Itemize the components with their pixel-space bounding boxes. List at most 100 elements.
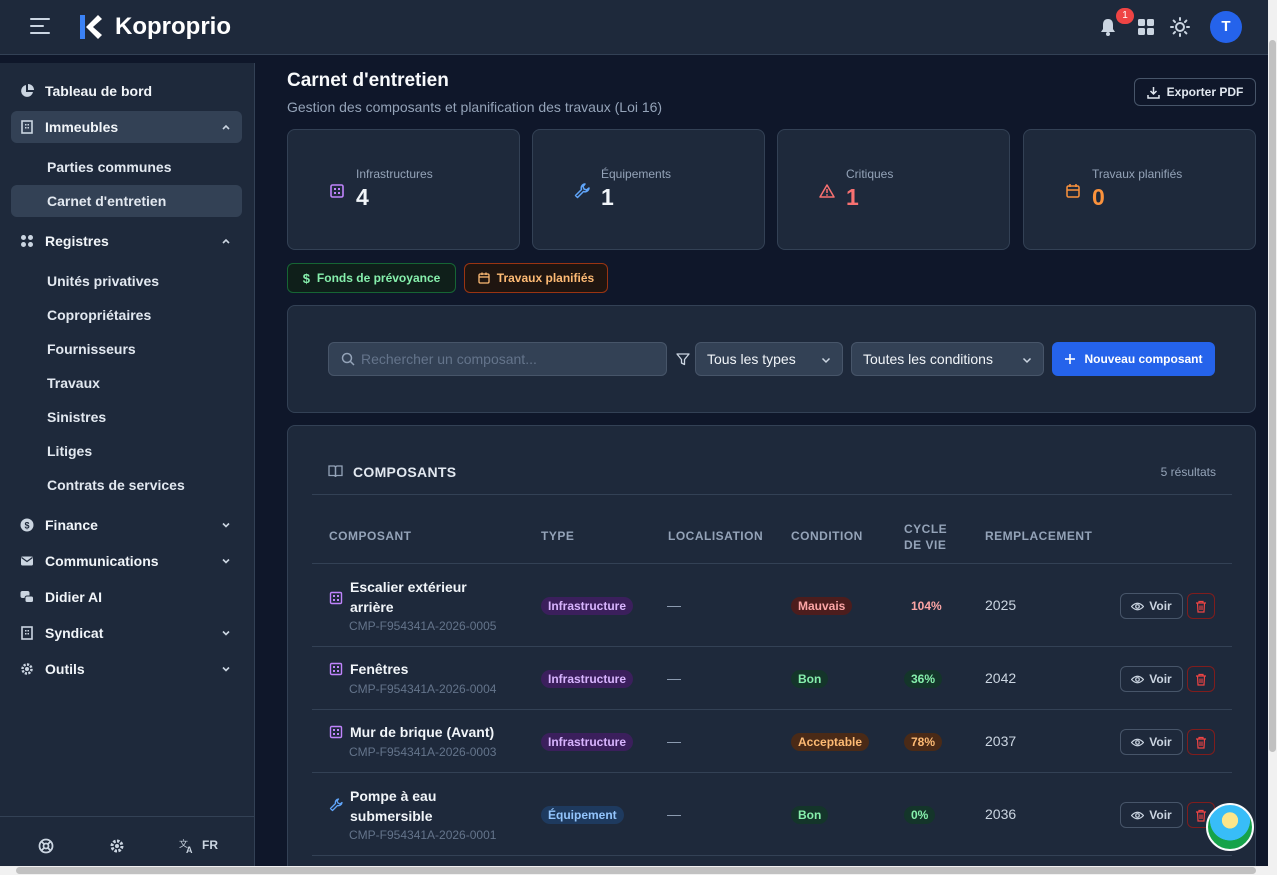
building-icon (329, 591, 343, 605)
type-badge: Infrastructure (541, 597, 634, 615)
lifecycle-badge: 0% (904, 806, 936, 824)
sidebar-item-label: Finance (45, 517, 98, 533)
planned-works-button[interactable]: Travaux planifiés (464, 263, 608, 293)
eye-icon (1131, 675, 1145, 683)
sidebar-item-label: Immeubles (45, 119, 119, 135)
scrollbar-thumb[interactable] (16, 867, 1256, 874)
dollar-icon: $ (302, 270, 310, 286)
sidebar-subitem-disputes[interactable]: Litiges (11, 435, 242, 467)
view-button[interactable]: Voir (1120, 729, 1183, 755)
bell-icon[interactable] (1098, 17, 1118, 37)
sidebar-item-dashboard[interactable]: Tableau de bord (11, 75, 242, 107)
chevron-down-icon (1022, 357, 1032, 364)
language-label[interactable]: FR (202, 838, 218, 852)
stat-label: Travaux planifiés (1092, 167, 1183, 181)
view-button[interactable]: Voir (1120, 802, 1183, 828)
view-button[interactable]: Voir (1120, 666, 1183, 692)
sidebar-item-communications[interactable]: Communications (11, 545, 242, 577)
column-header-component: COMPOSANT (329, 529, 412, 543)
horizontal-scrollbar[interactable] (0, 866, 1277, 875)
location-value: — (667, 806, 681, 822)
building-icon (330, 184, 344, 198)
table-row[interactable]: Fenêtres CMP-F954341A-2026-0004 Infrastr… (312, 647, 1232, 710)
page-title: Carnet d'entretien (287, 70, 449, 91)
lifecycle-badge: 36% (904, 670, 943, 688)
sidebar-subitem-common-parts[interactable]: Parties communes (11, 151, 242, 183)
scrollbar-thumb[interactable] (1269, 40, 1276, 752)
type-badge: Infrastructure (541, 670, 634, 688)
view-label: Voir (1149, 808, 1172, 822)
planned-works-label: Travaux planifiés (496, 271, 595, 285)
user-avatar[interactable]: T (1210, 11, 1242, 43)
replacement-year: 2036 (985, 806, 1017, 822)
eye-icon (1131, 738, 1145, 746)
eye-icon (1131, 811, 1145, 819)
sidebar-subitem-suppliers[interactable]: Fournisseurs (11, 333, 242, 365)
settings-gear-icon[interactable] (109, 838, 125, 854)
stat-card-infrastructures: Infrastructures 4 (287, 129, 520, 250)
location-value: — (667, 597, 681, 613)
component-name[interactable]: Escalier extérieur arrière (350, 577, 500, 617)
stat-value: 1 (846, 184, 859, 210)
delete-button[interactable] (1187, 729, 1215, 755)
sidebar-subitem-works[interactable]: Travaux (11, 367, 242, 399)
sidebar-subitem-claims[interactable]: Sinistres (11, 401, 242, 433)
sidebar-item-syndicat[interactable]: Syndicat (11, 617, 242, 649)
sidebar-item-registers[interactable]: Registres (11, 225, 242, 257)
view-label: Voir (1149, 599, 1172, 613)
table-row[interactable]: Escalier extérieur arrière CMP-F954341A-… (312, 564, 1232, 647)
view-button[interactable]: Voir (1120, 593, 1183, 619)
sidebar-subitem-units[interactable]: Unités privatives (11, 265, 242, 297)
reserve-fund-button[interactable]: $ Fonds de prévoyance (287, 263, 456, 293)
component-name[interactable]: Fenêtres (350, 659, 500, 679)
support-lifebuoy-icon[interactable] (38, 838, 54, 854)
building-icon (329, 662, 343, 676)
search-input[interactable] (361, 343, 661, 375)
export-pdf-button[interactable]: Exporter PDF (1134, 78, 1256, 106)
table-row[interactable]: Mur de brique (Avant) CMP-F954341A-2026-… (312, 710, 1232, 773)
sidebar-item-tools[interactable]: Outils (11, 653, 242, 685)
theme-toggle-sun-icon[interactable] (1170, 17, 1190, 37)
chevron-up-icon (222, 124, 230, 130)
sidebar-item-didier-ai[interactable]: Didier AI (11, 581, 242, 613)
column-header-condition: CONDITION (791, 529, 863, 543)
gear-icon (21, 663, 33, 675)
trash-icon (1196, 809, 1206, 822)
menu-toggle-icon[interactable] (30, 18, 52, 36)
sidebar-subitem-maintenance-log[interactable]: Carnet d'entretien (11, 185, 242, 217)
book-icon (328, 465, 343, 478)
sidebar-item-finance[interactable]: $ Finance (11, 509, 242, 541)
notification-badge: 1 (1116, 8, 1134, 24)
apps-grid-icon[interactable] (1137, 18, 1155, 36)
stat-value: 0 (1092, 184, 1105, 210)
vertical-scrollbar[interactable] (1268, 0, 1277, 866)
component-name[interactable]: Pompe à eau submersible (350, 786, 480, 826)
svg-text:A: A (186, 845, 193, 854)
eye-icon (1131, 602, 1145, 610)
delete-button[interactable] (1187, 593, 1215, 619)
sidebar-item-buildings[interactable]: Immeubles (11, 111, 242, 143)
sidebar-subitem-co-owners[interactable]: Copropriétaires (11, 299, 242, 331)
condition-select[interactable]: Toutes les conditions (851, 342, 1044, 376)
replacement-year: 2025 (985, 597, 1017, 613)
stat-card-planned-works: Travaux planifiés 0 (1023, 129, 1256, 250)
column-header-lifecycle: DE VIE (904, 538, 947, 552)
calendar-icon (478, 272, 490, 284)
type-select[interactable]: Tous les types (695, 342, 843, 376)
column-header-type: TYPE (541, 529, 575, 543)
type-badge: Infrastructure (541, 733, 634, 751)
sidebar-item-label: Communications (45, 553, 159, 569)
condition-badge: Bon (791, 670, 829, 688)
column-header-replacement: REMPLACEMENT (985, 529, 1093, 543)
sidebar-item-label: Syndicat (45, 625, 104, 641)
reserve-fund-label: Fonds de prévoyance (316, 271, 441, 285)
new-component-button[interactable]: Nouveau composant (1052, 342, 1215, 376)
translate-icon[interactable]: 文A (179, 838, 195, 854)
table-row[interactable]: Pompe à eau submersible CMP-F954341A-202… (312, 773, 1232, 856)
assistant-chat-avatar[interactable] (1206, 803, 1254, 851)
components-table-panel: COMPOSANTS 5 résultats COMPOSANT TYPE LO… (287, 425, 1256, 875)
delete-button[interactable] (1187, 666, 1215, 692)
sidebar-subitem-service-contracts[interactable]: Contrats de services (11, 469, 242, 501)
search-box[interactable] (328, 342, 667, 376)
component-name[interactable]: Mur de brique (Avant) (350, 722, 520, 742)
